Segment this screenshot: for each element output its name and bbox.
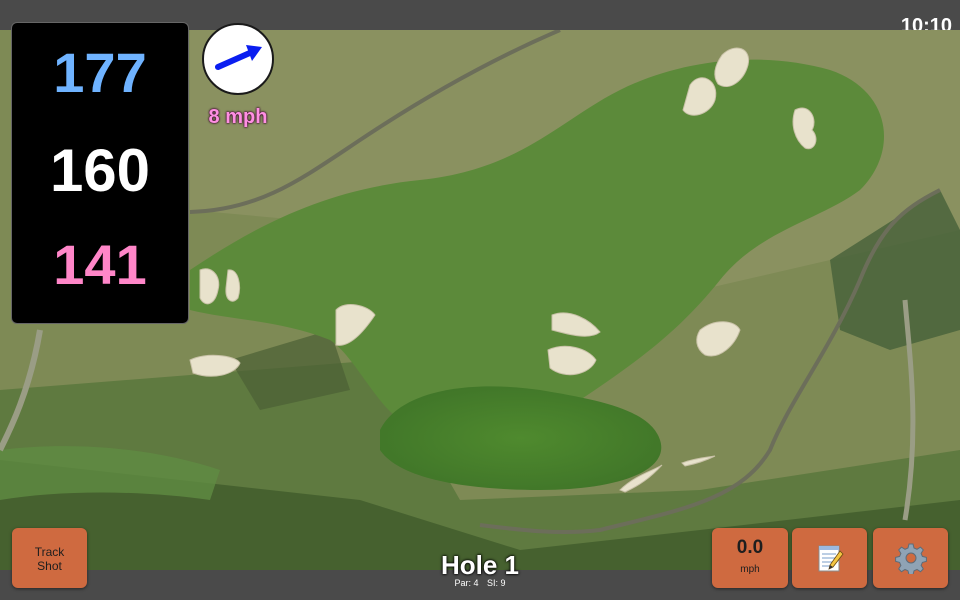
notes-button[interactable] <box>792 528 867 588</box>
distance-middle: 160 <box>49 137 151 204</box>
wind-arrow-icon <box>215 45 262 70</box>
hole-par: Par: 4 <box>454 578 479 588</box>
speed-button[interactable]: 0.0 mph <box>712 528 788 588</box>
distance-panel: 177 160 141 <box>11 22 189 324</box>
distance-back: 177 <box>53 41 147 104</box>
distance-front: 141 <box>53 233 147 296</box>
hole-stroke-index: SI: 9 <box>487 578 506 588</box>
track-shot-label-line2: Shot <box>37 559 62 573</box>
track-shot-label-line1: Track <box>34 545 65 559</box>
wind-speed-label: 8 mph <box>208 106 268 128</box>
hole-title: Hole 1 <box>440 550 520 580</box>
notepad-icon <box>818 545 844 572</box>
gear-icon <box>894 543 927 574</box>
hole-info: Par: 4 SI: 9 <box>380 577 580 589</box>
track-shot-button[interactable]: Track Shot <box>12 528 87 588</box>
speed-unit: mph <box>740 564 760 575</box>
settings-button[interactable] <box>873 528 948 588</box>
wind-dial <box>202 23 274 95</box>
speed-value: 0.0 <box>736 537 764 558</box>
